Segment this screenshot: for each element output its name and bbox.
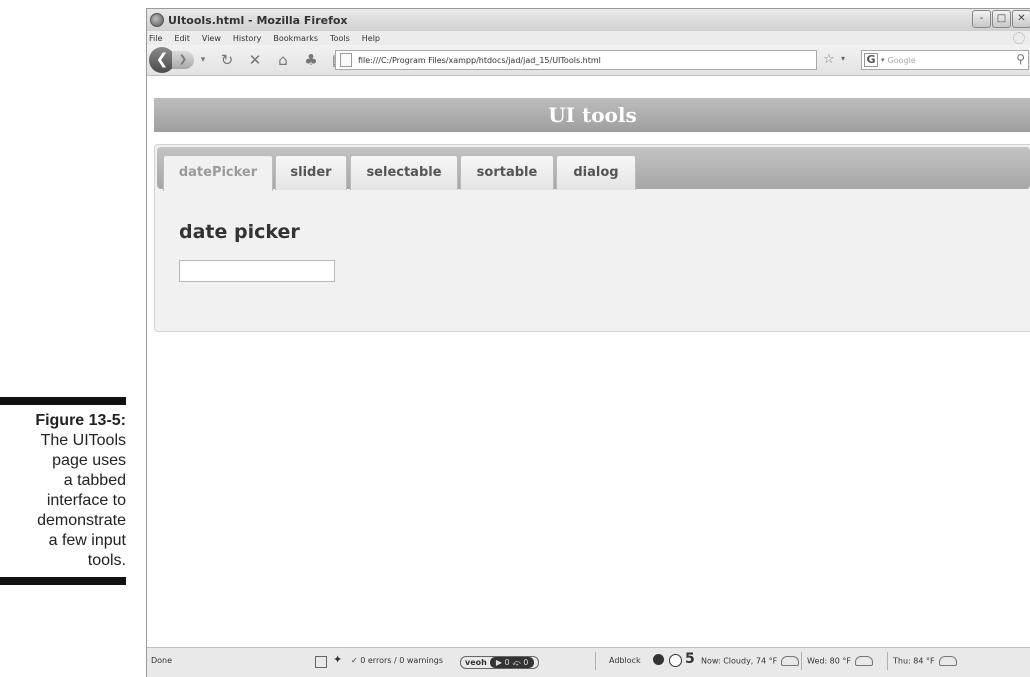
page-viewport: UI tools datePicker slider selectable so… [147,76,1030,647]
url-dropdown-icon[interactable]: ▾ [841,54,845,63]
tab-datepicker[interactable]: datePicker [163,155,273,191]
status-five[interactable]: 5 [685,651,695,667]
page-icon [340,53,352,67]
caption-line: tools. [87,552,126,569]
status-text: Done [151,656,173,665]
weather-now[interactable]: Now: Cloudy, 74 °F [701,656,800,666]
menu-bookmarks[interactable]: Bookmarks [273,34,318,43]
history-dropdown-icon[interactable]: ▾ [198,55,208,65]
caption-bottom-rule [0,577,126,585]
search-box[interactable]: G ▾ Google ⚲ [861,50,1029,70]
tab-selectable[interactable]: selectable [350,155,458,190]
clock-icon[interactable] [669,654,682,667]
tab-slider[interactable]: slider [275,155,347,190]
error-console[interactable]: ✓ 0 errors / 0 warnings [351,656,443,665]
plug-icon[interactable]: ✦ [333,653,342,666]
tabs-widget: datePicker slider selectable sortable di… [154,144,1030,332]
search-engine-icon[interactable]: G [864,53,878,67]
status-divider [801,652,802,670]
tab-dialog[interactable]: dialog [556,155,636,190]
url-text[interactable]: file:///C:/Program Files/xampp/htdocs/ja… [358,56,601,65]
status-divider [887,652,888,670]
errors-text: 0 errors / 0 warnings [360,656,444,665]
forward-button[interactable]: ❯ [172,51,194,69]
weather-wed[interactable]: Wed: 80 °F [807,656,874,666]
cloud-icon [855,656,874,666]
page-title: UI tools [154,98,1030,132]
figure-caption: Figure 13-5: The UITools page uses a tab… [0,397,126,585]
close-button[interactable]: ✕ [1012,10,1030,28]
home-icon[interactable]: ⌂ [274,51,292,69]
search-icon[interactable]: ⚲ [1016,52,1025,66]
menu-file[interactable]: File [149,34,162,43]
window-controls: - □ ✕ [972,10,1030,28]
search-placeholder: Google [887,55,916,65]
caption-line: The UITools [40,432,126,449]
caption-line: a few input [48,532,126,549]
date-picker-input[interactable] [179,260,335,282]
addon-icon[interactable]: ♣ [302,51,320,69]
navigation-toolbar: ❮ ❯ ▾ ↻ ✕ ⌂ ♣ ▤ file:///C:/Program Files… [147,45,1030,76]
bookmark-star-icon[interactable]: ☆ [823,52,835,67]
caption-line: demonstrate [37,512,126,529]
panel-heading: date picker [179,221,300,243]
throbber-icon [1013,32,1025,44]
adblock-label[interactable]: Adblock [609,656,641,665]
status-divider [595,652,596,670]
title-bar: UItools.html - Mozilla Firefox - □ ✕ [147,9,1030,31]
status-bar: Done ✦ ✓ 0 errors / 0 warnings veoh ▶ 0 ⤽… [147,647,1030,677]
browser-window: UItools.html - Mozilla Firefox - □ ✕ Fil… [146,8,1030,677]
reload-icon[interactable]: ↻ [218,51,236,69]
veoh-label: veoh [465,658,487,667]
search-engine-dropdown-icon[interactable]: ▾ [881,56,885,64]
caption-line: interface to [46,492,126,509]
cloud-icon [781,656,800,666]
weather-thu[interactable]: Thu: 84 °F [893,656,957,666]
status-box-icon[interactable] [315,656,327,668]
firefox-icon [150,13,164,27]
address-bar[interactable]: file:///C:/Program Files/xampp/htdocs/ja… [335,50,817,70]
menu-bar: File Edit View History Bookmarks Tools H… [147,31,1030,45]
menu-history[interactable]: History [233,34,261,43]
tab-sortable[interactable]: sortable [460,155,554,190]
tab-strip: datePicker slider selectable sortable di… [157,147,1030,191]
window-title: UItools.html - Mozilla Firefox [168,13,348,27]
menu-view[interactable]: View [202,34,221,43]
menu-tools[interactable]: Tools [330,34,350,43]
veoh-widget[interactable]: veoh ▶ 0 ⤽ 0 [460,656,540,669]
minimize-button[interactable]: - [972,10,991,28]
caption-line: page uses [52,452,126,469]
veoh-bar: ▶ 0 ⤽ 0 [489,657,535,668]
caption-line: a tabbed [63,472,126,489]
menu-help[interactable]: Help [362,34,380,43]
status-circle-icon[interactable] [653,654,664,665]
menu-edit[interactable]: Edit [174,34,190,43]
maximize-button[interactable]: □ [992,10,1011,28]
stop-icon[interactable]: ✕ [246,51,264,69]
cloud-icon [938,656,957,666]
caption-top-rule [0,397,126,405]
figure-label: Figure 13-5: [35,412,126,429]
